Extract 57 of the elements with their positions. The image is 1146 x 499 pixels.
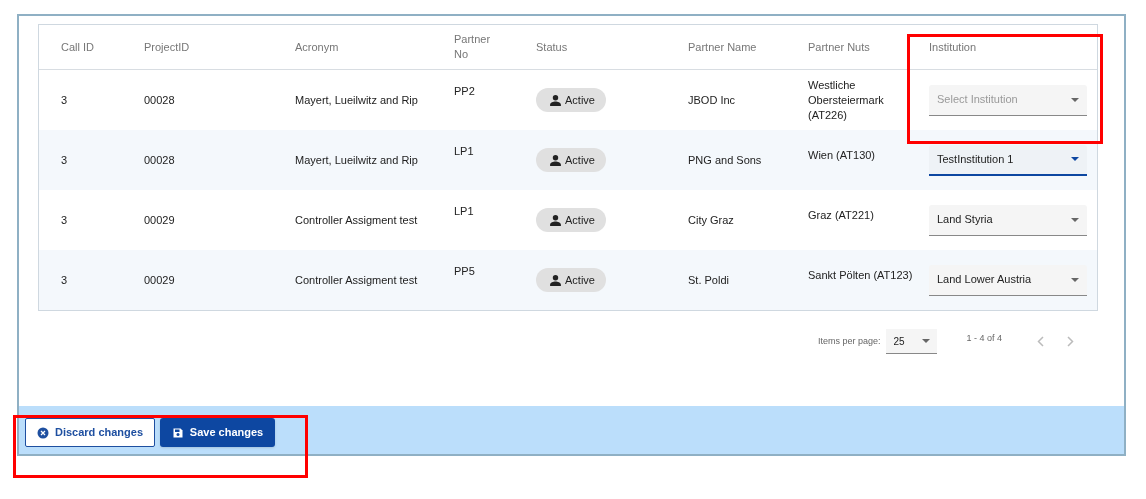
table-cell: 00028 [144, 153, 175, 166]
column-header: Status [536, 39, 569, 55]
person-icon [549, 153, 562, 167]
table-cell-text: Sankt Pölten (AT123) [808, 268, 914, 283]
person-icon [549, 213, 562, 227]
column-header: Partner Name [688, 39, 758, 55]
table-cell-text: Wien (AT130) [808, 148, 877, 163]
table-cell: PP5 [454, 265, 475, 277]
person-icon [549, 93, 562, 107]
table-cell: JBOD Inc [688, 93, 736, 106]
save-icon [171, 426, 184, 439]
items-per-page-label: Items per page: [817, 334, 881, 348]
table-cell-text: Graz (AT221) [808, 208, 875, 223]
institution-select[interactable]: Land Lower Austria [929, 264, 1087, 296]
dropdown-arrow-icon [922, 339, 931, 343]
dropdown-arrow-icon [1071, 157, 1079, 161]
discard-changes-button[interactable]: Discard changes [25, 418, 155, 447]
column-header: Partner No [454, 32, 492, 62]
table-cell: 3 [61, 153, 68, 166]
table-cell: Mayert, Lueilwitz and Rip [295, 153, 418, 166]
table-cell: PNG and Sons [688, 153, 762, 166]
chevron-right-icon [1066, 336, 1074, 347]
table-cell: Mayert, Lueilwitz and Rip [295, 93, 418, 106]
table-cell: 3 [61, 93, 68, 106]
person-icon [549, 273, 562, 287]
table-cell: LP1 [454, 205, 474, 217]
status-chip: Active [536, 268, 606, 292]
table-cell: PP2 [454, 85, 475, 97]
column-header: Institution [929, 39, 978, 55]
table-cell: St. Poldi [688, 273, 729, 286]
dropdown-arrow-icon [1071, 217, 1079, 222]
page-range: 1 - 4 of 4 [966, 332, 1002, 345]
dropdown-arrow-icon [1071, 97, 1079, 102]
column-header: Acronym [295, 39, 340, 55]
table-cell: 00029 [144, 213, 175, 226]
chevron-left-icon [1036, 336, 1044, 347]
table-cell: 00029 [144, 273, 175, 286]
table-cell: 3 [61, 213, 68, 226]
column-header: Call ID [61, 39, 95, 55]
institution-select[interactable]: TestInstitution 1 [929, 144, 1087, 176]
column-header: Partner Nuts [808, 39, 871, 55]
table-cell-text: Westliche Obersteiermark (AT226) [808, 77, 885, 123]
status-chip: Active [536, 88, 606, 112]
column-header: ProjectID [144, 39, 191, 55]
table-cell: LP1 [454, 145, 474, 157]
institution-select[interactable]: Land Styria [929, 204, 1087, 236]
dropdown-arrow-icon [1071, 277, 1079, 282]
table-cell: Controller Assigment test [295, 273, 418, 286]
table-cell: 3 [61, 273, 68, 286]
status-chip: Active [536, 148, 606, 172]
page-size-select[interactable]: 25 [886, 329, 938, 354]
table-cell: 00028 [144, 93, 175, 106]
table-cell: City Graz [688, 213, 734, 226]
status-chip: Active [536, 208, 606, 232]
save-changes-button[interactable]: Save changes [160, 418, 275, 447]
table-cell: Controller Assigment test [295, 213, 418, 226]
cancel-icon [36, 426, 49, 439]
